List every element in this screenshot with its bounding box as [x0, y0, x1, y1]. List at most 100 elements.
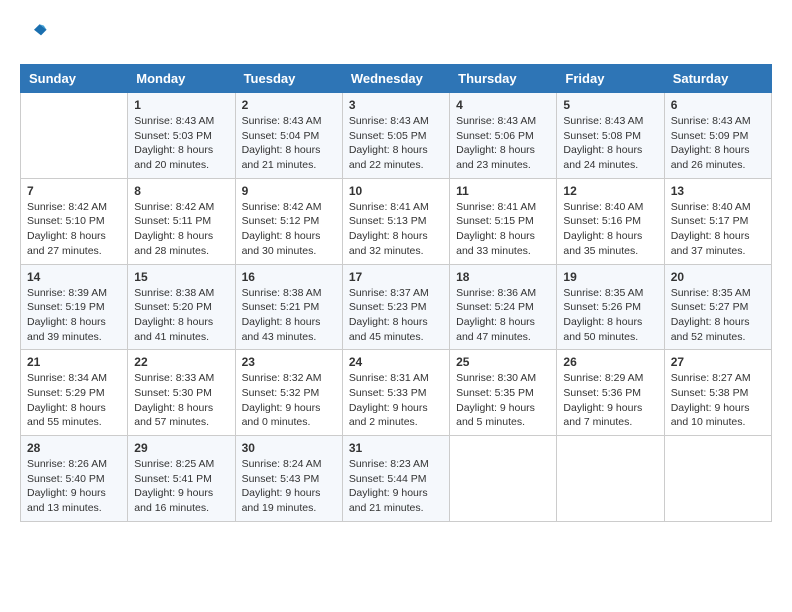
calendar-cell: 14 Sunrise: 8:39 AMSunset: 5:19 PMDayligh… — [21, 264, 128, 350]
day-number: 28 — [27, 441, 121, 455]
calendar-week-row: 7 Sunrise: 8:42 AMSunset: 5:10 PMDaylight… — [21, 178, 772, 264]
calendar-cell: 11Sunrise: 8:41 AMSunset: 5:15 PMDayligh… — [450, 178, 557, 264]
day-number: 20 — [671, 270, 765, 284]
calendar-cell: 7 Sunrise: 8:42 AMSunset: 5:10 PMDaylight… — [21, 178, 128, 264]
day-info: Sunrise: 8:43 AMSunset: 5:06 PMDaylight:… — [456, 114, 550, 173]
calendar-cell: 6 Sunrise: 8:43 AMSunset: 5:09 PMDaylight… — [664, 93, 771, 179]
weekday-header-wednesday: Wednesday — [342, 65, 449, 93]
day-number: 27 — [671, 355, 765, 369]
day-number: 2 — [242, 98, 336, 112]
day-info: Sunrise: 8:33 AMSunset: 5:30 PMDaylight:… — [134, 371, 228, 430]
calendar-cell: 21Sunrise: 8:34 AMSunset: 5:29 PMDayligh… — [21, 350, 128, 436]
day-info: Sunrise: 8:35 AMSunset: 5:27 PMDaylight:… — [671, 286, 765, 345]
calendar-week-row: 21Sunrise: 8:34 AMSunset: 5:29 PMDayligh… — [21, 350, 772, 436]
day-number: 26 — [563, 355, 657, 369]
calendar-cell: 22 Sunrise: 8:33 AMSunset: 5:30 PMDayligh… — [128, 350, 235, 436]
day-info: Sunrise: 8:36 AMSunset: 5:24 PMDaylight:… — [456, 286, 550, 345]
calendar-cell: 30Sunrise: 8:24 AMSunset: 5:43 PMDayligh… — [235, 436, 342, 522]
day-number: 13 — [671, 184, 765, 198]
calendar-cell: 18 Sunrise: 8:36 AMSunset: 5:24 PMDayligh… — [450, 264, 557, 350]
day-number: 12 — [563, 184, 657, 198]
calendar-cell: 31 Sunrise: 8:23 AMSunset: 5:44 PMDayligh… — [342, 436, 449, 522]
calendar-cell: 2 Sunrise: 8:43 AMSunset: 5:04 PMDaylight… — [235, 93, 342, 179]
calendar-cell: 12 Sunrise: 8:40 AMSunset: 5:16 PMDayligh… — [557, 178, 664, 264]
calendar-cell: 4 Sunrise: 8:43 AMSunset: 5:06 PMDaylight… — [450, 93, 557, 179]
day-info: Sunrise: 8:24 AMSunset: 5:43 PMDaylight:… — [242, 457, 336, 516]
day-info: Sunrise: 8:42 AMSunset: 5:10 PMDaylight:… — [27, 200, 121, 259]
day-number: 24 — [349, 355, 443, 369]
calendar-cell: 27 Sunrise: 8:27 AMSunset: 5:38 PMDayligh… — [664, 350, 771, 436]
calendar-cell: 26 Sunrise: 8:29 AMSunset: 5:36 PMDayligh… — [557, 350, 664, 436]
day-info: Sunrise: 8:40 AMSunset: 5:16 PMDaylight:… — [563, 200, 657, 259]
calendar-cell: 25Sunrise: 8:30 AMSunset: 5:35 PMDayligh… — [450, 350, 557, 436]
day-info: Sunrise: 8:39 AMSunset: 5:19 PMDaylight:… — [27, 286, 121, 345]
day-info: Sunrise: 8:37 AMSunset: 5:23 PMDaylight:… — [349, 286, 443, 345]
weekday-header-sunday: Sunday — [21, 65, 128, 93]
day-info: Sunrise: 8:35 AMSunset: 5:26 PMDaylight:… — [563, 286, 657, 345]
page-header — [20, 20, 772, 48]
calendar-cell — [664, 436, 771, 522]
day-number: 6 — [671, 98, 765, 112]
day-info: Sunrise: 8:29 AMSunset: 5:36 PMDaylight:… — [563, 371, 657, 430]
weekday-header-monday: Monday — [128, 65, 235, 93]
calendar-cell: 28 Sunrise: 8:26 AMSunset: 5:40 PMDayligh… — [21, 436, 128, 522]
calendar-cell: 9 Sunrise: 8:42 AMSunset: 5:12 PMDaylight… — [235, 178, 342, 264]
calendar-cell: 5 Sunrise: 8:43 AMSunset: 5:08 PMDaylight… — [557, 93, 664, 179]
day-info: Sunrise: 8:25 AMSunset: 5:41 PMDaylight:… — [134, 457, 228, 516]
calendar-cell: 16 Sunrise: 8:38 AMSunset: 5:21 PMDayligh… — [235, 264, 342, 350]
weekday-header-tuesday: Tuesday — [235, 65, 342, 93]
day-info: Sunrise: 8:38 AMSunset: 5:21 PMDaylight:… — [242, 286, 336, 345]
day-number: 21 — [27, 355, 121, 369]
day-info: Sunrise: 8:42 AMSunset: 5:12 PMDaylight:… — [242, 200, 336, 259]
day-info: Sunrise: 8:43 AMSunset: 5:08 PMDaylight:… — [563, 114, 657, 173]
day-number: 19 — [563, 270, 657, 284]
day-info: Sunrise: 8:41 AMSunset: 5:13 PMDaylight:… — [349, 200, 443, 259]
day-number: 8 — [134, 184, 228, 198]
calendar-week-row: 28 Sunrise: 8:26 AMSunset: 5:40 PMDayligh… — [21, 436, 772, 522]
day-info: Sunrise: 8:43 AMSunset: 5:09 PMDaylight:… — [671, 114, 765, 173]
day-number: 1 — [134, 98, 228, 112]
day-info: Sunrise: 8:27 AMSunset: 5:38 PMDaylight:… — [671, 371, 765, 430]
day-info: Sunrise: 8:38 AMSunset: 5:20 PMDaylight:… — [134, 286, 228, 345]
day-info: Sunrise: 8:23 AMSunset: 5:44 PMDaylight:… — [349, 457, 443, 516]
calendar-week-row: 14 Sunrise: 8:39 AMSunset: 5:19 PMDayligh… — [21, 264, 772, 350]
calendar-cell: 29 Sunrise: 8:25 AMSunset: 5:41 PMDayligh… — [128, 436, 235, 522]
day-number: 15 — [134, 270, 228, 284]
day-number: 14 — [27, 270, 121, 284]
day-info: Sunrise: 8:43 AMSunset: 5:04 PMDaylight:… — [242, 114, 336, 173]
day-number: 18 — [456, 270, 550, 284]
calendar-cell: 8 Sunrise: 8:42 AMSunset: 5:11 PMDaylight… — [128, 178, 235, 264]
day-number: 22 — [134, 355, 228, 369]
day-number: 23 — [242, 355, 336, 369]
day-number: 31 — [349, 441, 443, 455]
calendar-cell: 15 Sunrise: 8:38 AMSunset: 5:20 PMDayligh… — [128, 264, 235, 350]
day-info: Sunrise: 8:43 AMSunset: 5:03 PMDaylight:… — [134, 114, 228, 173]
day-number: 4 — [456, 98, 550, 112]
day-number: 16 — [242, 270, 336, 284]
calendar-cell: 19 Sunrise: 8:35 AMSunset: 5:26 PMDayligh… — [557, 264, 664, 350]
calendar-cell: 23 Sunrise: 8:32 AMSunset: 5:32 PMDayligh… — [235, 350, 342, 436]
day-number: 29 — [134, 441, 228, 455]
day-info: Sunrise: 8:32 AMSunset: 5:32 PMDaylight:… — [242, 371, 336, 430]
weekday-header-saturday: Saturday — [664, 65, 771, 93]
calendar-cell — [557, 436, 664, 522]
weekday-header-thursday: Thursday — [450, 65, 557, 93]
calendar-cell: 17Sunrise: 8:37 AMSunset: 5:23 PMDayligh… — [342, 264, 449, 350]
calendar-cell: 10 Sunrise: 8:41 AMSunset: 5:13 PMDayligh… — [342, 178, 449, 264]
calendar-cell: 3Sunrise: 8:43 AMSunset: 5:05 PMDaylight… — [342, 93, 449, 179]
weekday-header-friday: Friday — [557, 65, 664, 93]
calendar-cell: 20 Sunrise: 8:35 AMSunset: 5:27 PMDayligh… — [664, 264, 771, 350]
day-info: Sunrise: 8:40 AMSunset: 5:17 PMDaylight:… — [671, 200, 765, 259]
day-info: Sunrise: 8:26 AMSunset: 5:40 PMDaylight:… — [27, 457, 121, 516]
day-info: Sunrise: 8:42 AMSunset: 5:11 PMDaylight:… — [134, 200, 228, 259]
day-info: Sunrise: 8:30 AMSunset: 5:35 PMDaylight:… — [456, 371, 550, 430]
day-number: 7 — [27, 184, 121, 198]
day-number: 9 — [242, 184, 336, 198]
calendar-cell: 1 Sunrise: 8:43 AMSunset: 5:03 PMDaylight… — [128, 93, 235, 179]
day-number: 10 — [349, 184, 443, 198]
day-number: 5 — [563, 98, 657, 112]
day-number: 3 — [349, 98, 443, 112]
logo — [20, 20, 52, 48]
calendar-cell: 13 Sunrise: 8:40 AMSunset: 5:17 PMDayligh… — [664, 178, 771, 264]
calendar-table: SundayMondayTuesdayWednesdayThursdayFrid… — [20, 64, 772, 522]
